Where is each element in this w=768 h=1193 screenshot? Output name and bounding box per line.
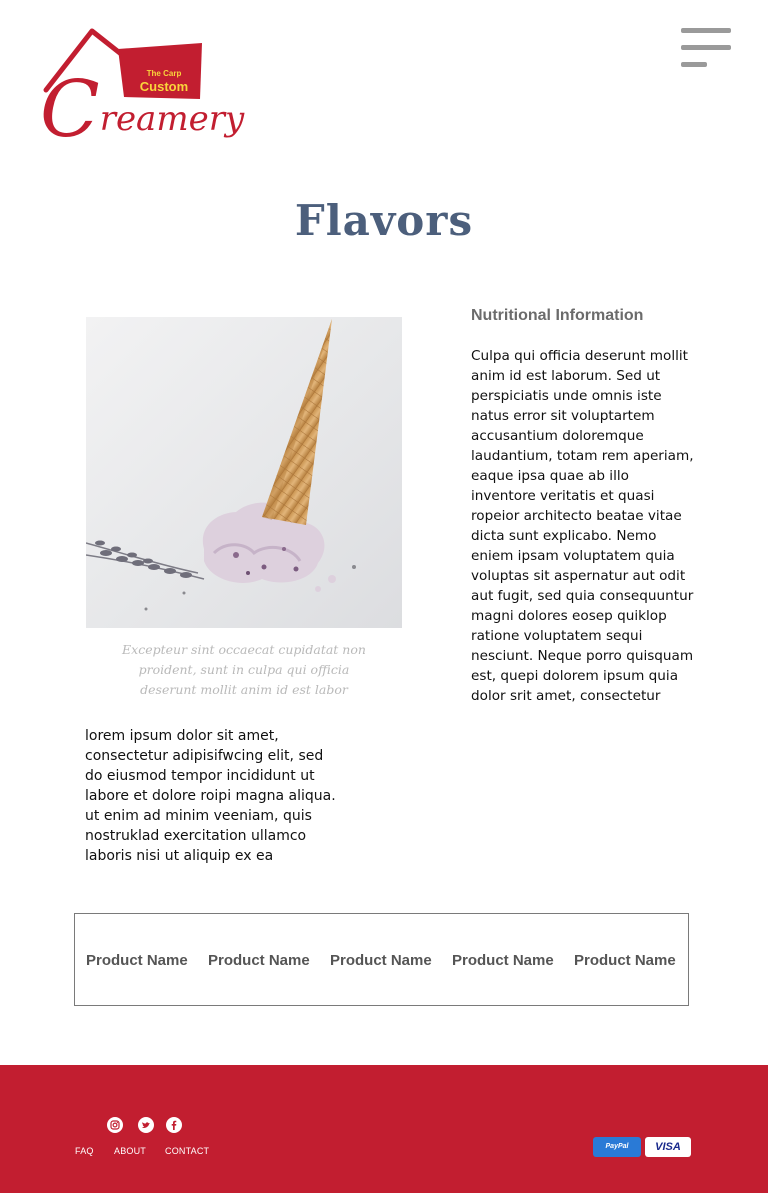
page-title: Flavors (294, 196, 474, 245)
footer-link-contact[interactable]: CONTACT (165, 1146, 209, 1156)
nutrition-text: Culpa qui officia deserunt mollit anim i… (471, 348, 694, 704)
hamburger-menu-icon-line (681, 45, 731, 50)
product-nav: Product Name Product Name Product Name P… (74, 913, 689, 1006)
product-link-5[interactable]: Product Name (574, 952, 676, 969)
product-link-3[interactable]: Product Name (330, 952, 432, 969)
hamburger-menu-icon (681, 28, 731, 33)
product-description: lorem ipsum dolor sit amet, consectetur … (85, 728, 336, 864)
product-link-2[interactable]: Product Name (208, 952, 310, 969)
nutrition-heading: Nutritional Information (471, 307, 644, 324)
logo-wordmark-rest: reamery (99, 99, 245, 139)
footer: FAQ ABOUT CONTACT PayPal VISA (0, 1065, 768, 1193)
instagram-icon[interactable] (107, 1117, 123, 1133)
hamburger-menu-icon-line (681, 62, 707, 67)
visa-icon: VISA (655, 1141, 681, 1153)
paypal-icon: PayPal (605, 1143, 629, 1150)
twitter-icon[interactable] (138, 1117, 154, 1133)
menu-button[interactable] (681, 28, 733, 70)
product-image (86, 317, 402, 628)
footer-link-faq[interactable]: FAQ (75, 1146, 94, 1156)
ice-cream-cone-icon (86, 319, 356, 611)
paypal-badge: PayPal (593, 1137, 641, 1157)
logo-wordmark: Creamery (40, 71, 244, 149)
footer-link-about[interactable]: ABOUT (114, 1146, 146, 1156)
logo[interactable]: The Carp Custom Creamery (40, 27, 244, 151)
image-caption: Excepteur sint occaecat cupidatat non pr… (122, 642, 366, 697)
visa-badge: VISA (645, 1137, 691, 1157)
facebook-icon[interactable] (166, 1117, 182, 1133)
product-link-4[interactable]: Product Name (452, 952, 554, 969)
logo-initial: C (40, 65, 100, 155)
product-link-1[interactable]: Product Name (86, 952, 188, 969)
